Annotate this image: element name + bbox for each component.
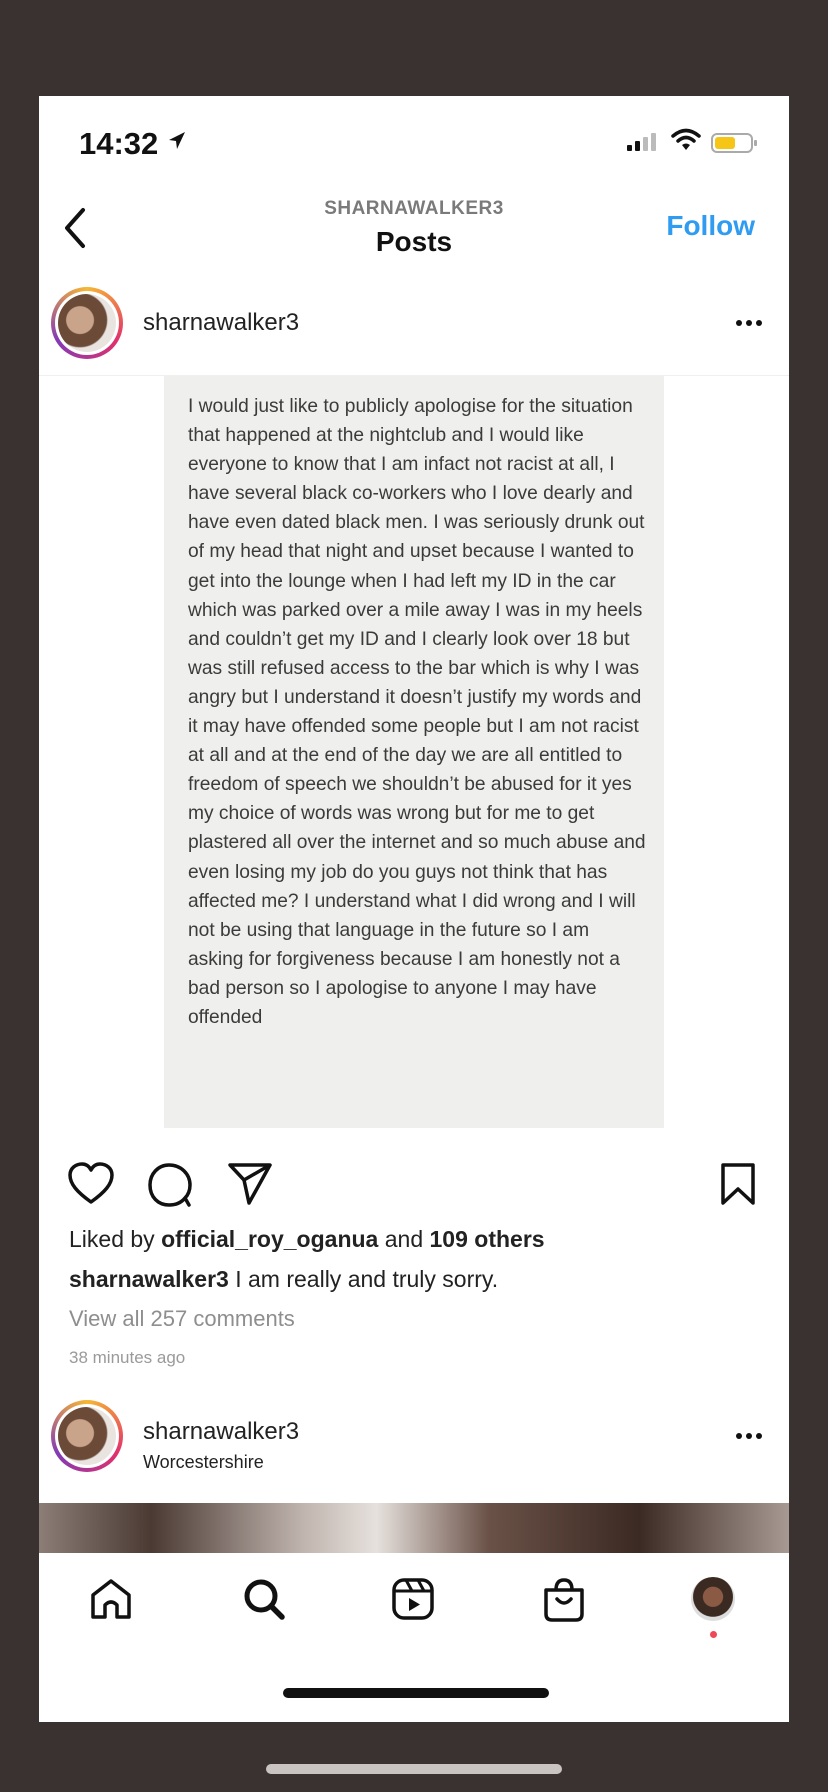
caption-username[interactable]: sharnawalker3 [69,1266,229,1292]
status-bar: 14:32 [39,96,789,184]
signal-icon [627,133,656,151]
bookmark-icon[interactable] [719,1162,757,1206]
comment-icon[interactable] [147,1162,193,1208]
post-caption: sharnawalker3 I am really and truly sorr… [69,1266,498,1293]
likes-line[interactable]: Liked by official_roy_oganua and 109 oth… [69,1226,545,1253]
likes-count[interactable]: 109 others [430,1226,545,1252]
heart-icon[interactable] [67,1162,115,1206]
search-icon[interactable] [242,1577,286,1621]
share-icon[interactable] [227,1162,273,1206]
notification-dot [710,1631,717,1638]
more-icon[interactable] [735,319,763,327]
view-comments-link[interactable]: View all 257 comments [69,1306,295,1332]
follow-button[interactable]: Follow [666,210,755,242]
caption-text: I am really and truly sorry. [228,1266,499,1292]
post-actions [39,1146,789,1210]
status-time: 14:32 [79,126,159,161]
post2-image[interactable] [39,1503,789,1553]
note-screenshot: I would just like to publicly apologise … [164,376,664,1128]
reels-icon[interactable] [391,1577,435,1621]
post2-header: sharnawalker3 Worcestershire [39,1386,789,1494]
home-icon[interactable] [89,1577,133,1621]
post2-location[interactable]: Worcestershire [143,1452,264,1473]
post-timestamp: 38 minutes ago [69,1348,186,1367]
avatar[interactable] [51,1400,123,1472]
avatar [691,1577,735,1621]
battery-icon [711,133,757,153]
outer-home-indicator [266,1764,562,1774]
post2-username[interactable]: sharnawalker3 [143,1418,299,1446]
post-header: sharnawalker3 [39,271,789,376]
home-indicator[interactable] [283,1688,549,1698]
shop-icon[interactable] [542,1577,586,1623]
profile-tab[interactable] [691,1577,735,1639]
post-username[interactable]: sharnawalker3 [143,309,299,337]
phone-screen: 14:32 SHARNAWALKER3 Posts Follow sharnaw… [39,96,789,1722]
note-text: I would just like to publicly apologise … [188,396,646,1028]
wifi-icon [671,128,701,150]
location-arrow-icon [169,132,185,149]
liker-username[interactable]: official_roy_oganua [161,1226,378,1252]
more-icon[interactable] [735,1432,763,1440]
post-image[interactable]: I would just like to publicly apologise … [39,376,789,1144]
avatar[interactable] [51,287,123,359]
